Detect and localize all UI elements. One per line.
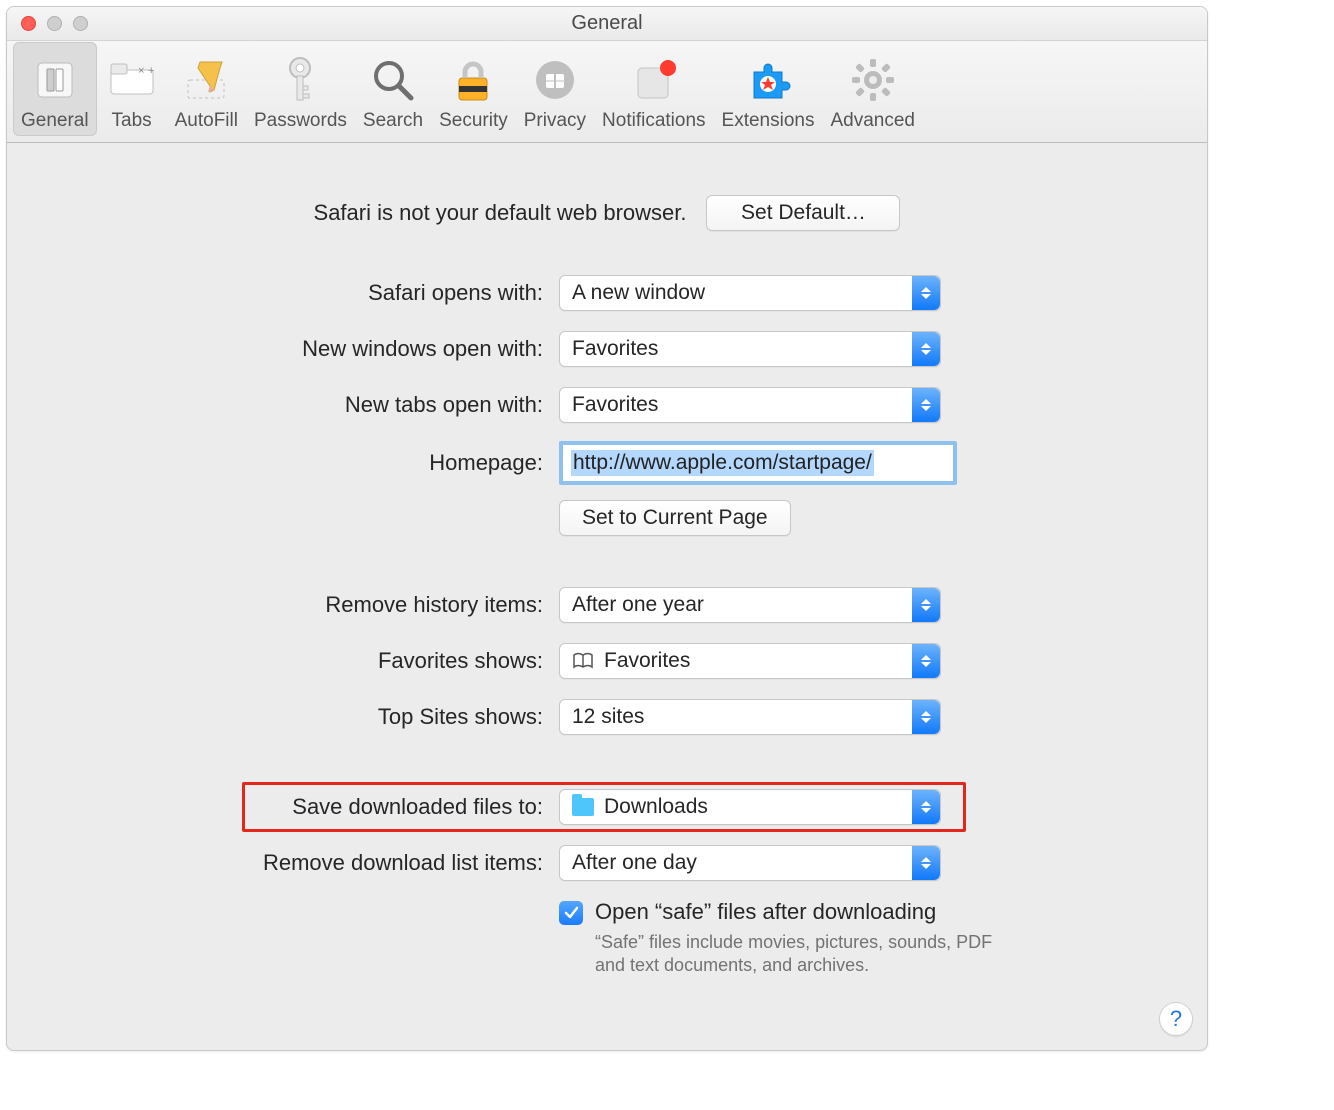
chevron-updown-icon xyxy=(912,276,940,310)
tab-label: Tabs xyxy=(112,110,152,132)
topsites-shows-label: Top Sites shows: xyxy=(37,704,559,730)
new-windows-label: New windows open with: xyxy=(37,336,559,362)
chevron-updown-icon xyxy=(912,588,940,622)
chevron-updown-icon xyxy=(912,700,940,734)
tab-notifications[interactable]: Notifications xyxy=(594,42,714,136)
tab-label: Extensions xyxy=(722,110,815,132)
tab-tabs[interactable]: × + Tabs xyxy=(97,42,167,136)
tab-autofill[interactable]: AutoFill xyxy=(167,42,246,136)
new-windows-select[interactable]: Favorites xyxy=(559,331,941,367)
gear-icon xyxy=(847,54,899,106)
open-safe-files-help: “Safe” files include movies, pictures, s… xyxy=(37,931,1017,978)
tab-extensions[interactable]: Extensions xyxy=(714,42,823,136)
key-icon xyxy=(274,54,326,106)
folder-icon xyxy=(572,798,594,816)
topsites-shows-select[interactable]: 12 sites xyxy=(559,699,941,735)
chevron-updown-icon xyxy=(912,790,940,824)
lock-icon xyxy=(447,54,499,106)
remove-history-label: Remove history items: xyxy=(37,592,559,618)
chevron-updown-icon xyxy=(912,846,940,880)
search-icon xyxy=(367,54,419,106)
general-icon xyxy=(29,54,81,106)
svg-text:+: + xyxy=(148,65,154,77)
select-value: A new window xyxy=(572,281,705,305)
tab-label: Privacy xyxy=(524,110,586,132)
save-downloads-label: Save downloaded files to: xyxy=(37,794,559,820)
tab-passwords[interactable]: Passwords xyxy=(246,42,355,136)
general-pane: Safari is not your default web browser. … xyxy=(7,143,1207,1018)
help-button[interactable]: ? xyxy=(1159,1002,1193,1036)
titlebar: General xyxy=(7,7,1207,41)
select-value: Downloads xyxy=(604,795,708,819)
window-title: General xyxy=(7,12,1207,35)
open-safe-files-checkbox[interactable] xyxy=(559,901,583,925)
tab-label: Security xyxy=(439,110,508,132)
tab-label: Notifications xyxy=(602,110,706,132)
tab-general[interactable]: General xyxy=(13,42,97,136)
default-browser-message: Safari is not your default web browser. xyxy=(314,200,687,226)
remove-downloads-label: Remove download list items: xyxy=(37,850,559,876)
tab-label: Passwords xyxy=(254,110,347,132)
default-browser-row: Safari is not your default web browser. … xyxy=(37,183,1177,243)
set-default-button[interactable]: Set Default… xyxy=(706,195,900,231)
select-value: Favorites xyxy=(604,649,690,673)
open-safe-files-label: Open “safe” files after downloading xyxy=(595,899,936,925)
homepage-value: http://www.apple.com/startpage/ xyxy=(571,450,874,476)
preferences-toolbar: General × + Tabs AutoFill xyxy=(7,41,1207,143)
new-tabs-select[interactable]: Favorites xyxy=(559,387,941,423)
save-downloads-select[interactable]: Downloads xyxy=(559,789,941,825)
select-value: Favorites xyxy=(572,393,658,417)
opens-with-select[interactable]: A new window xyxy=(559,275,941,311)
autofill-icon xyxy=(180,54,232,106)
set-current-page-button[interactable]: Set to Current Page xyxy=(559,500,791,536)
chevron-updown-icon xyxy=(912,644,940,678)
notifications-icon xyxy=(628,54,680,106)
tab-advanced[interactable]: Advanced xyxy=(822,42,923,136)
select-value: After one day xyxy=(572,851,697,875)
privacy-icon xyxy=(529,54,581,106)
favorites-shows-select[interactable]: Favorites xyxy=(559,643,941,679)
homepage-label: Homepage: xyxy=(37,450,559,476)
tab-search[interactable]: Search xyxy=(355,42,431,136)
preferences-window: General General × + Tabs xyxy=(6,6,1208,1051)
remove-history-select[interactable]: After one year xyxy=(559,587,941,623)
select-value: 12 sites xyxy=(572,705,644,729)
book-icon xyxy=(572,652,594,670)
new-tabs-label: New tabs open with: xyxy=(37,392,559,418)
favorites-shows-label: Favorites shows: xyxy=(37,648,559,674)
tab-label: General xyxy=(21,110,89,132)
opens-with-label: Safari opens with: xyxy=(37,280,559,306)
select-value: Favorites xyxy=(572,337,658,361)
tab-label: Search xyxy=(363,110,423,132)
tab-security[interactable]: Security xyxy=(431,42,516,136)
homepage-field[interactable]: http://www.apple.com/startpage/ xyxy=(559,441,957,485)
svg-text:×: × xyxy=(138,65,144,77)
help-icon: ? xyxy=(1170,1006,1182,1032)
tab-privacy[interactable]: Privacy xyxy=(516,42,594,136)
extensions-icon xyxy=(742,54,794,106)
chevron-updown-icon xyxy=(912,388,940,422)
select-value: After one year xyxy=(572,593,704,617)
tab-label: Advanced xyxy=(830,110,915,132)
chevron-updown-icon xyxy=(912,332,940,366)
tab-label: AutoFill xyxy=(175,110,238,132)
remove-downloads-select[interactable]: After one day xyxy=(559,845,941,881)
tabs-icon: × + xyxy=(106,54,158,106)
